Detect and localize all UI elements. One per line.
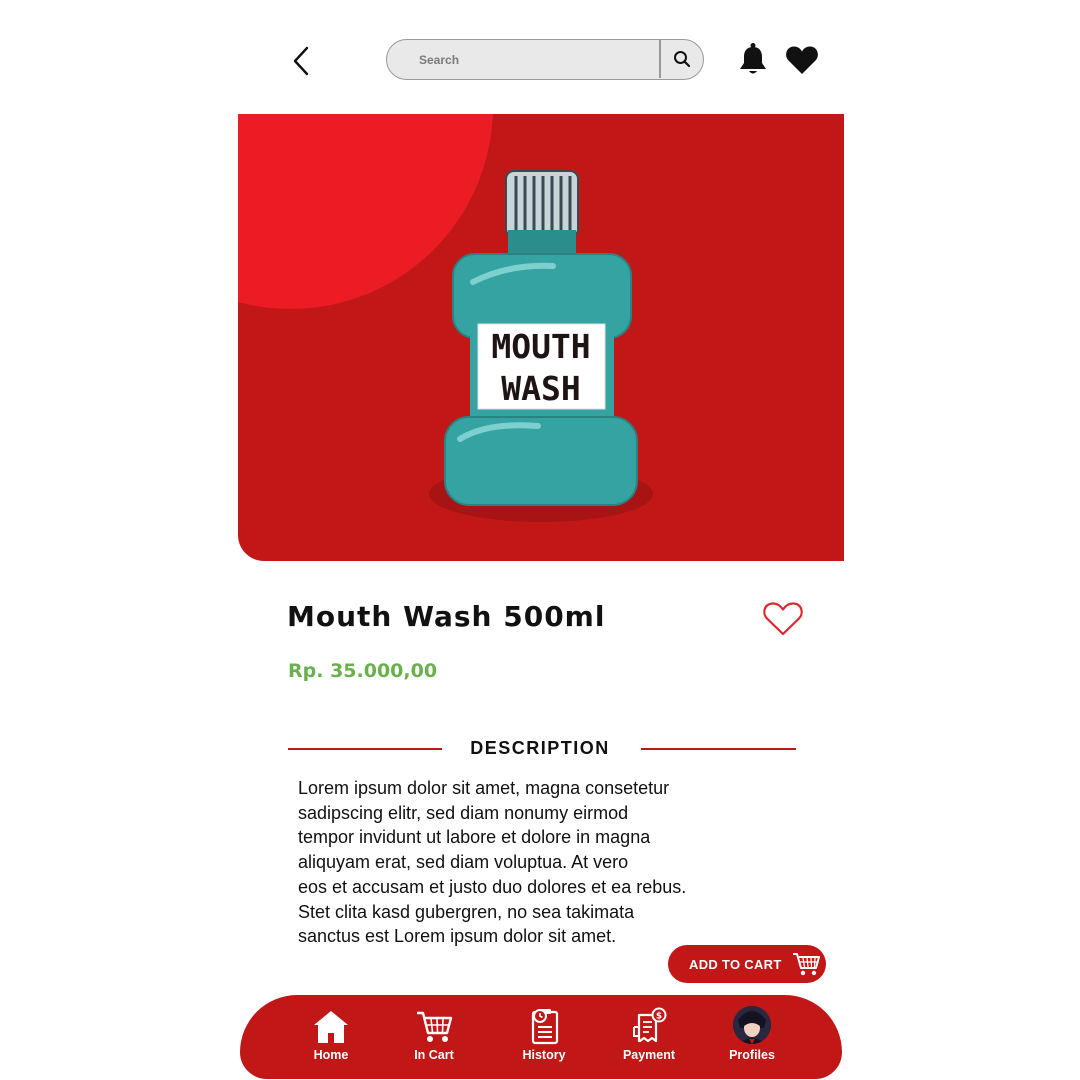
description-divider-left bbox=[288, 748, 442, 750]
search-bar bbox=[386, 39, 704, 80]
description-text: Lorem ipsum dolor sit amet, magna conset… bbox=[298, 776, 748, 949]
nav-in-cart[interactable]: In Cart bbox=[389, 1003, 479, 1075]
search-button[interactable] bbox=[661, 40, 703, 78]
mouthwash-bottle-illustration: MOUTH WASH bbox=[429, 170, 653, 522]
nav-home-label: Home bbox=[313, 1048, 349, 1062]
nav-home[interactable]: Home bbox=[286, 1003, 376, 1075]
description-line: eos et accusam et justo duo dolores et e… bbox=[298, 876, 687, 897]
cart-icon bbox=[792, 953, 820, 976]
nav-history-label: History bbox=[522, 1048, 566, 1062]
favorite-button[interactable] bbox=[762, 600, 804, 638]
add-to-cart-button[interactable]: ADD TO CART bbox=[668, 945, 826, 983]
product-hero-image: MOUTH WASH bbox=[238, 114, 844, 561]
description-line: sadipscing elitr, sed diam nonumy eirmod bbox=[298, 802, 629, 823]
description-line: Stet clita kasd gubergren, no sea takima… bbox=[298, 901, 635, 922]
svg-text:$: $ bbox=[656, 1012, 662, 1022]
heart-outline-icon bbox=[763, 602, 803, 636]
add-to-cart-label: ADD TO CART bbox=[689, 956, 782, 972]
receipt-icon: $ bbox=[633, 1007, 667, 1043]
description-heading: DESCRIPTION bbox=[470, 738, 610, 758]
nav-payment-label: Payment bbox=[622, 1048, 676, 1062]
home-icon bbox=[314, 1011, 348, 1043]
description-line: aliquyam erat, sed diam voluptua. At ver… bbox=[298, 852, 629, 873]
bell-icon bbox=[740, 43, 766, 74]
back-button[interactable] bbox=[288, 44, 318, 78]
product-title: Mouth Wash 500ml bbox=[287, 600, 606, 633]
heart-icon bbox=[786, 46, 818, 74]
description-line: Lorem ipsum dolor sit amet, magna conset… bbox=[298, 778, 670, 798]
chevron-left-icon bbox=[293, 46, 309, 76]
avatar bbox=[733, 1006, 771, 1044]
nav-payment[interactable]: $ Payment bbox=[604, 1003, 694, 1075]
search-icon bbox=[674, 51, 691, 68]
search-input[interactable] bbox=[417, 40, 656, 80]
product-price: Rp. 35.000,00 bbox=[288, 660, 438, 682]
nav-history[interactable]: History bbox=[499, 1003, 589, 1075]
nav-in-cart-label: In Cart bbox=[414, 1048, 454, 1062]
description-divider-right bbox=[641, 748, 796, 750]
bottom-navigation: Home In Cart History $ Payment Profiles bbox=[240, 995, 842, 1079]
wishlist-button[interactable] bbox=[785, 44, 819, 76]
bottle-label-line1: MOUTH bbox=[491, 327, 590, 366]
description-line: tempor invidunt ut labore et dolore in m… bbox=[298, 827, 651, 848]
nav-profiles[interactable]: Profiles bbox=[707, 1003, 797, 1075]
nav-profiles-label: Profiles bbox=[729, 1048, 775, 1062]
bottle-label-line2: WASH bbox=[501, 369, 580, 408]
clipboard-clock-icon bbox=[531, 1009, 559, 1045]
notifications-button[interactable] bbox=[738, 42, 768, 76]
cart-icon bbox=[417, 1011, 453, 1042]
